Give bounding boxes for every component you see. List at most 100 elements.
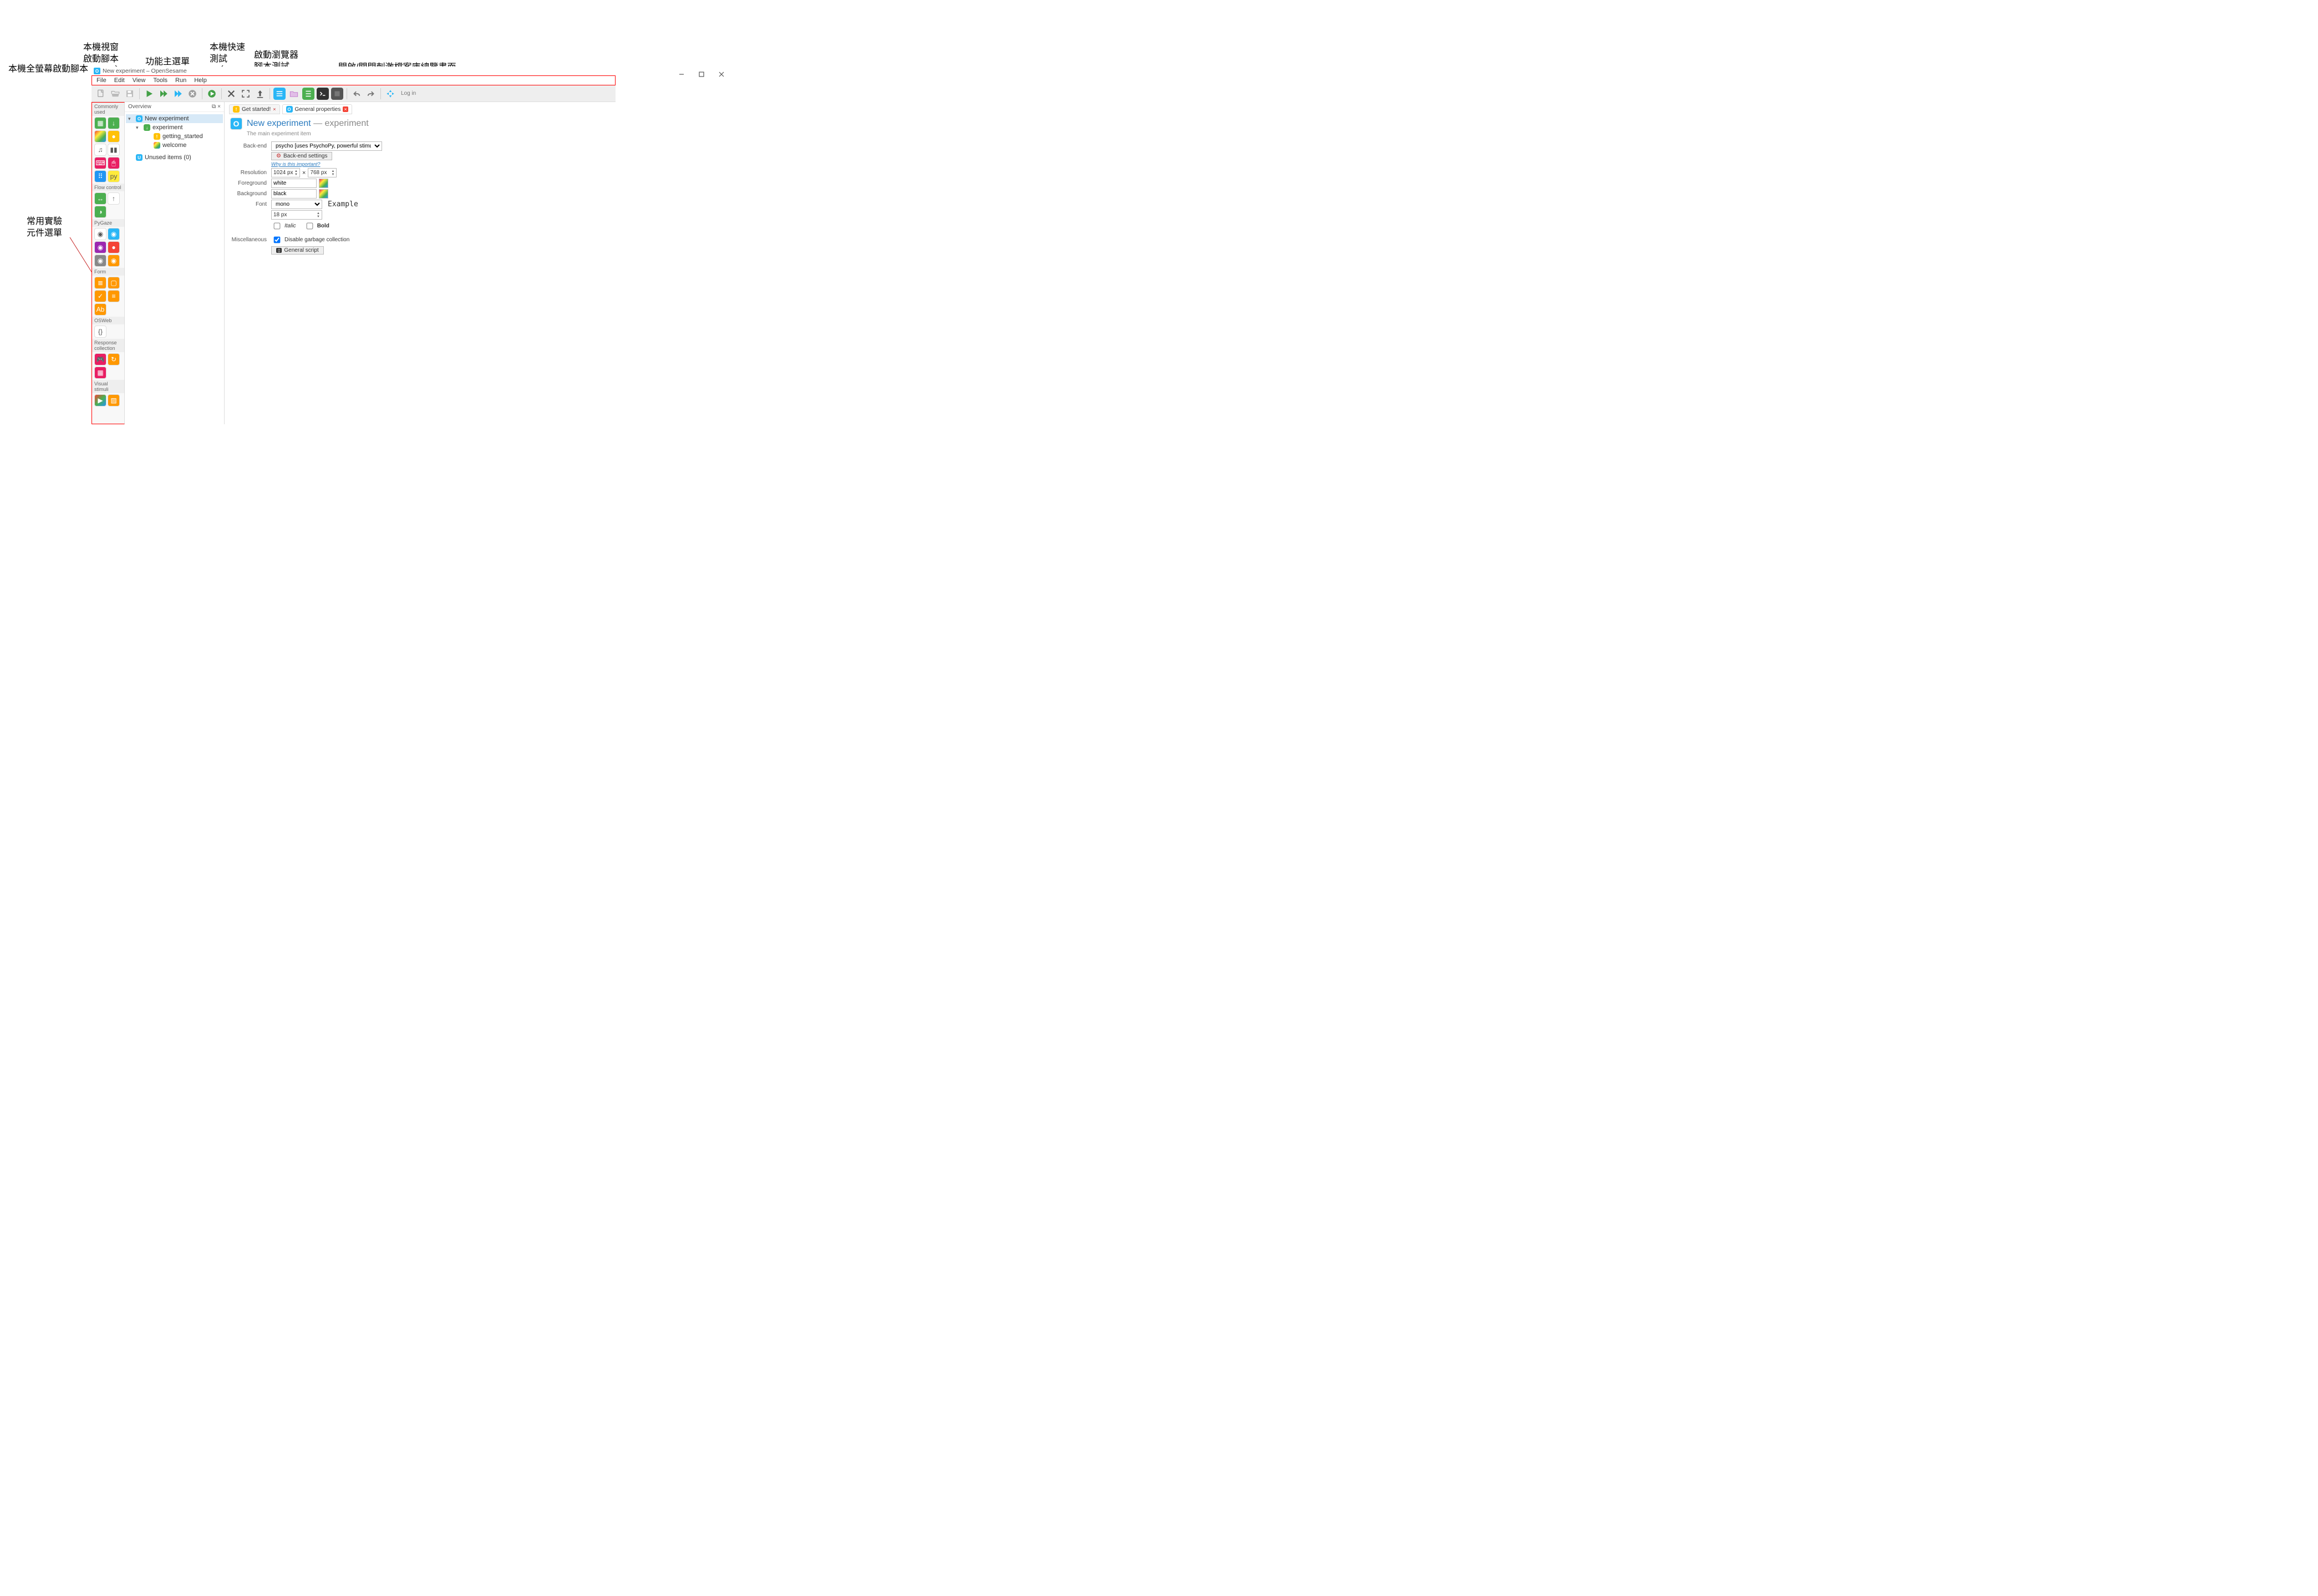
- gc-checkbox[interactable]: [274, 237, 281, 243]
- font-example: Example: [328, 200, 358, 209]
- toolbox-item-icon[interactable]: ♫: [94, 144, 106, 156]
- toolbox-item-icon[interactable]: ✓: [94, 290, 106, 302]
- toolbox-item-icon[interactable]: ▨: [108, 394, 120, 406]
- lbl-resolution: Resolution: [229, 170, 271, 176]
- menu-item[interactable]: Tools: [150, 77, 171, 84]
- backend-select[interactable]: psycho [uses PsychoPy, powerful stimulus…: [271, 141, 382, 151]
- toolbox-item-icon[interactable]: {}: [94, 326, 106, 338]
- toolbox-item-icon[interactable]: ⌨: [94, 157, 106, 169]
- toolbox-item-icon[interactable]: ▦: [94, 367, 106, 379]
- console-icon[interactable]: [317, 88, 329, 100]
- redo-icon[interactable]: [365, 88, 377, 100]
- toolbox-item-icon[interactable]: ≣: [94, 277, 106, 289]
- lbl-bold: Bold: [317, 223, 329, 229]
- bold-checkbox[interactable]: [306, 223, 313, 230]
- toolbox-item-icon[interactable]: ◉: [94, 228, 106, 240]
- menu-item[interactable]: File: [93, 77, 110, 84]
- menu-item[interactable]: Help: [191, 77, 210, 84]
- toolbox-item-icon[interactable]: 🖱: [108, 157, 120, 169]
- run-fullscreen-icon[interactable]: [143, 88, 155, 100]
- bg-input[interactable]: [271, 189, 317, 199]
- menu-item[interactable]: Edit: [111, 77, 128, 84]
- toolbox-item-icon[interactable]: ↑: [108, 192, 120, 205]
- login-link[interactable]: Log in: [401, 90, 416, 96]
- filepool-toggle-icon[interactable]: [288, 88, 300, 100]
- toolbox-item-icon[interactable]: ⠿: [94, 170, 106, 182]
- open-file-icon[interactable]: [109, 88, 121, 100]
- undo-icon[interactable]: [350, 88, 363, 100]
- toolbox-item-icon[interactable]: ◉: [108, 255, 120, 267]
- heading-name: New experiment: [247, 119, 311, 128]
- close-icon[interactable]: ×: [343, 106, 348, 112]
- toolbox-group-label: Response collection: [92, 339, 124, 352]
- main-toolbar: Log in: [92, 85, 616, 102]
- fullscreen-toggle-icon[interactable]: [240, 88, 252, 100]
- run-browser-icon[interactable]: [206, 88, 218, 100]
- editor-heading: O New experiment — experiment: [230, 118, 610, 130]
- toolbox-group-label: Visual stimuli: [92, 380, 124, 393]
- toolbox-item-icon[interactable]: ≡: [108, 290, 120, 302]
- os-close[interactable]: [718, 71, 725, 78]
- tree-experiment[interactable]: ▾↓experiment: [126, 123, 223, 132]
- toolbox-item-icon[interactable]: Ab: [94, 303, 106, 316]
- lbl-misc: Miscellaneous: [229, 237, 271, 243]
- toolbox-item-icon[interactable]: ↔: [94, 192, 106, 205]
- toolbox-item-icon[interactable]: ◉: [94, 241, 106, 253]
- variable-inspector-icon[interactable]: [302, 88, 314, 100]
- fg-input[interactable]: [271, 179, 317, 188]
- tree-getting_started[interactable]: !getting_started: [126, 132, 223, 141]
- toolbox-item-icon[interactable]: ↻: [108, 353, 120, 365]
- tree-unused[interactable]: UUnused items (0): [126, 153, 223, 162]
- toolbox-item-icon[interactable]: 🎮: [94, 353, 106, 365]
- script-icon[interactable]: [331, 88, 343, 100]
- toolbox-item-icon[interactable]: ▶: [94, 394, 106, 406]
- tab-get-started[interactable]: !Get started!×: [229, 104, 280, 114]
- toolbox-item-icon[interactable]: ▢: [108, 277, 120, 289]
- toolbox-item-icon[interactable]: ▮▮: [108, 144, 120, 156]
- toolbox-item-icon[interactable]: ◉: [94, 255, 106, 267]
- res-w-input[interactable]: 1024 px▲▼: [271, 168, 300, 177]
- res-h-input[interactable]: 768 px▲▼: [308, 168, 337, 177]
- tree-welcome[interactable]: welcome: [126, 141, 223, 150]
- anno-common-items: 常用實驗 元件選單: [27, 216, 62, 240]
- font-family-select[interactable]: mono: [271, 200, 322, 209]
- toolbox-item-icon[interactable]: ●: [108, 241, 120, 253]
- bg-color-swatch[interactable]: [319, 189, 328, 199]
- editor-tabs: !Get started!× OGeneral properties×: [229, 104, 611, 114]
- close-icon[interactable]: ×: [273, 106, 276, 112]
- toolbox-item-icon[interactable]: ▦: [94, 117, 106, 129]
- toolbox-group-label: Commonly used: [92, 103, 124, 116]
- title-bar: O New experiment – OpenSesame: [92, 67, 616, 75]
- save-icon[interactable]: [124, 88, 136, 100]
- tab-general[interactable]: OGeneral properties×: [282, 104, 352, 114]
- backend-settings-button[interactable]: ⚙Back-end settings: [271, 152, 332, 160]
- toolbox-item-icon[interactable]: ↓: [108, 117, 120, 129]
- backend-why-link[interactable]: Why is this important?: [271, 161, 321, 167]
- toolbox-group-label: PyGaze: [92, 219, 124, 227]
- os-max[interactable]: [698, 71, 705, 78]
- toolbox-item-icon[interactable]: ●: [108, 130, 120, 143]
- toolbox-item-icon[interactable]: [94, 130, 106, 143]
- fg-color-swatch[interactable]: [319, 179, 328, 188]
- run-quick-icon[interactable]: [172, 88, 184, 100]
- toolbox-item-icon[interactable]: py: [108, 170, 120, 182]
- run-window-icon[interactable]: [157, 88, 170, 100]
- upload-icon[interactable]: [254, 88, 266, 100]
- stop-icon[interactable]: [186, 88, 199, 100]
- italic-checkbox[interactable]: [274, 223, 281, 230]
- heading-type: experiment: [325, 119, 369, 128]
- toolbox-item-icon[interactable]: ◉: [108, 228, 120, 240]
- os-min[interactable]: [678, 71, 685, 78]
- font-size-input[interactable]: 18 px▲▼: [271, 210, 322, 220]
- sync-icon[interactable]: [384, 88, 396, 100]
- menu-item[interactable]: View: [129, 77, 149, 84]
- overview-undock-icon[interactable]: ⧉×: [212, 104, 221, 110]
- lbl-fg: Foreground: [229, 180, 271, 186]
- menu-item[interactable]: Run: [172, 77, 190, 84]
- toolbox-item-icon[interactable]: ◑: [94, 206, 106, 218]
- overview-toggle-icon[interactable]: [273, 88, 286, 100]
- tree-root[interactable]: ▾ONew experiment: [126, 114, 223, 123]
- close-tab-icon[interactable]: [225, 88, 237, 100]
- general-script-button[interactable]: ▯General script: [271, 246, 324, 255]
- new-file-icon[interactable]: [95, 88, 107, 100]
